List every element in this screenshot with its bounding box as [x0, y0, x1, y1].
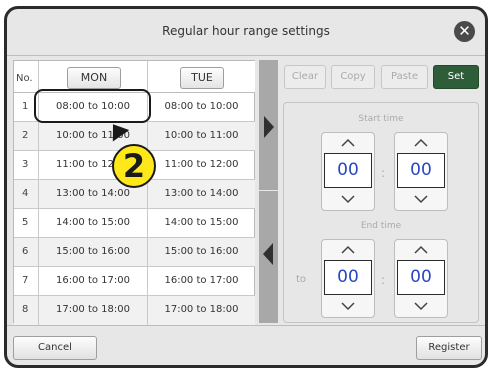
chevron-down-icon[interactable]: [395, 190, 447, 210]
time-separator: :: [381, 166, 386, 180]
paste-button[interactable]: Paste: [381, 65, 428, 89]
chevron-up-icon[interactable]: [395, 133, 447, 153]
row-number: 5: [14, 209, 39, 237]
row-number: 3: [14, 151, 39, 179]
arrow-right-icon[interactable]: [264, 116, 274, 138]
selected-cell-highlight: [34, 89, 151, 123]
row-number: 6: [14, 238, 39, 266]
table-row: 8 17:00 to 18:00 17:00 to 18:00: [14, 296, 255, 325]
title-bar: Regular hour range settings ✕: [7, 9, 485, 56]
chevron-down-icon[interactable]: [322, 297, 374, 317]
time-range-cell[interactable]: 08:00 to 10:00: [148, 93, 255, 121]
time-range-cell[interactable]: 11:00 to 12:00: [148, 151, 255, 179]
close-icon[interactable]: ✕: [454, 21, 475, 42]
time-range-cell[interactable]: 14:00 to 15:00: [148, 209, 255, 237]
day-button-mon[interactable]: MON: [67, 67, 121, 89]
time-range-cell[interactable]: 10:00 to 11:00: [148, 122, 255, 150]
time-range-cell[interactable]: 13:00 to 14:00: [148, 180, 255, 208]
chevron-up-icon[interactable]: [322, 240, 374, 260]
time-range-cell[interactable]: 16:00 to 17:00: [148, 267, 255, 295]
time-range-cell[interactable]: 17:00 to 18:00: [39, 296, 148, 325]
to-label: to: [296, 274, 307, 285]
time-range-cell[interactable]: 14:00 to 15:00: [39, 209, 148, 237]
time-range-cell[interactable]: 16:00 to 17:00: [39, 267, 148, 295]
end-hour-input[interactable]: 00: [324, 260, 372, 295]
end-hour-spinner: 00: [321, 239, 375, 318]
time-separator: :: [381, 273, 386, 287]
copy-button[interactable]: Copy: [331, 65, 375, 89]
chevron-up-icon[interactable]: [322, 133, 374, 153]
move-arrows-bar: [259, 60, 278, 323]
register-button[interactable]: Register: [416, 336, 482, 360]
start-hour-input[interactable]: 00: [324, 153, 372, 188]
table-row: 7 16:00 to 17:00 16:00 to 17:00: [14, 267, 255, 296]
cancel-button[interactable]: Cancel: [13, 336, 97, 360]
end-minute-spinner: 00: [394, 239, 448, 318]
time-range-cell[interactable]: 15:00 to 16:00: [39, 238, 148, 266]
arrow-left-icon[interactable]: [263, 243, 273, 265]
start-time-label: Start time: [358, 114, 404, 124]
chevron-down-icon[interactable]: [395, 297, 447, 317]
clear-button[interactable]: Clear: [284, 65, 326, 89]
time-range-cell[interactable]: 15:00 to 16:00: [148, 238, 255, 266]
column-header-no: No.: [14, 61, 39, 93]
settings-dialog: Regular hour range settings ✕ No. MON TU…: [4, 6, 488, 368]
row-number: 4: [14, 180, 39, 208]
end-time-label: End time: [360, 221, 402, 231]
callout-badge: 2: [112, 144, 156, 188]
row-number: 7: [14, 267, 39, 295]
table-row: 6 15:00 to 16:00 15:00 to 16:00: [14, 238, 255, 267]
row-number: 2: [14, 122, 39, 150]
column-header-tue: TUE: [148, 61, 255, 93]
table-row: 5 14:00 to 15:00 14:00 to 15:00: [14, 209, 255, 238]
chevron-up-icon[interactable]: [395, 240, 447, 260]
day-button-tue[interactable]: TUE: [180, 67, 224, 89]
divider: [259, 190, 278, 191]
row-number: 8: [14, 296, 39, 325]
end-minute-input[interactable]: 00: [397, 260, 445, 295]
time-panel: Start time 00 : 00 End time to 00 : 00: [283, 102, 479, 323]
chevron-down-icon[interactable]: [322, 190, 374, 210]
start-minute-spinner: 00: [394, 132, 448, 211]
time-range-cell[interactable]: 17:00 to 18:00: [148, 296, 255, 325]
start-minute-input[interactable]: 00: [397, 153, 445, 188]
start-hour-spinner: 00: [321, 132, 375, 211]
dialog-footer: Cancel Register: [7, 325, 485, 365]
dialog-title: Regular hour range settings: [162, 24, 330, 38]
set-button[interactable]: Set: [433, 65, 479, 89]
